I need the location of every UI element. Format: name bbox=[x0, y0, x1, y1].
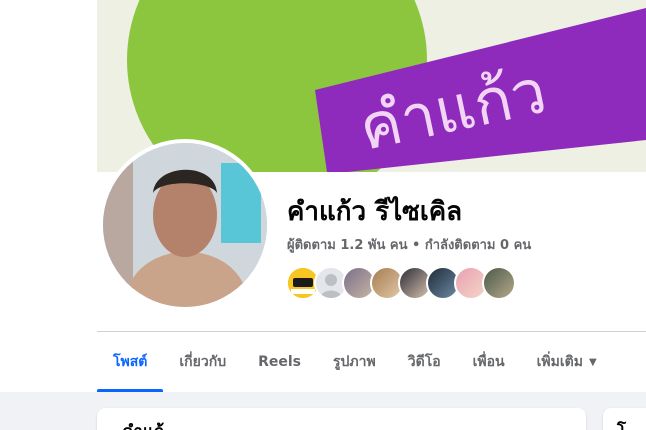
friend-avatar[interactable] bbox=[482, 266, 516, 300]
caret-down-icon: ▼ bbox=[588, 356, 597, 368]
tab-more[interactable]: เพิ่มเติม ▼ bbox=[521, 332, 613, 392]
tab-reels[interactable]: Reels bbox=[242, 332, 317, 392]
tab-label: วิดีโอ bbox=[407, 354, 441, 370]
tab-about[interactable]: เกี่ยวกับ bbox=[163, 332, 242, 392]
tab-photos[interactable]: รูปภาพ bbox=[317, 332, 392, 392]
tab-label: เกี่ยวกับ bbox=[179, 354, 227, 370]
tab-posts[interactable]: โพสต์ bbox=[97, 332, 164, 392]
tab-friends[interactable]: เพื่อน bbox=[457, 332, 521, 392]
profile-tabs: โพสต์ เกี่ยวกับ Reels รูปภาพ วิดีโอ เพื่… bbox=[97, 332, 613, 392]
tab-label: เพื่อน bbox=[472, 354, 505, 370]
follower-stats[interactable]: ผู้ติดตาม 1.2 พัน คน • กำลังติดตาม 0 คน bbox=[287, 236, 531, 256]
tab-label: รูปภาพ bbox=[333, 354, 376, 370]
intro-card bbox=[97, 408, 586, 430]
profile-picture[interactable] bbox=[99, 139, 271, 311]
profile-photo bbox=[103, 143, 267, 307]
side-card-title: โ bbox=[617, 418, 626, 430]
tab-videos[interactable]: วิดีโอ bbox=[392, 332, 457, 392]
tab-label: Reels bbox=[258, 354, 301, 370]
tab-label: โพสต์ bbox=[113, 354, 148, 370]
tab-label: เพิ่มเติม bbox=[536, 354, 583, 370]
friends-avatar-list bbox=[286, 266, 516, 300]
intro-card-title: คำแก้ bbox=[122, 418, 164, 430]
profile-name: คำแก้ว รีไซเคิล bbox=[287, 197, 463, 227]
